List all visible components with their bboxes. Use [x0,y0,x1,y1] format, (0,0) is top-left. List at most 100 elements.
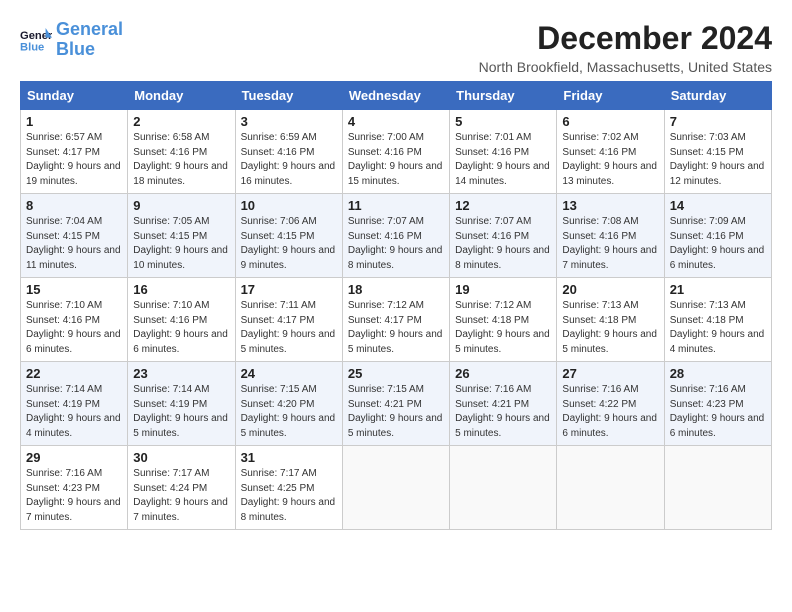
day-number: 4 [348,114,444,129]
logo-text-general: General [56,19,123,39]
day-detail: Sunrise: 7:08 AMSunset: 4:16 PMDaylight:… [562,215,658,273]
day-detail: Sunrise: 7:06 AMSunset: 4:15 PMDaylight:… [241,215,337,273]
calendar-cell: 7Sunrise: 7:03 AMSunset: 4:15 PMDaylight… [664,110,771,194]
calendar-cell: 1 Sunrise: 6:57 AMSunset: 4:17 PMDaylight… [21,110,128,194]
day-number: 10 [241,198,337,213]
day-detail: Sunrise: 7:01 AMSunset: 4:16 PMDaylight:… [455,131,551,189]
day-number: 3 [241,114,337,129]
calendar-cell: 5 Sunrise: 7:01 AMSunset: 4:16 PMDaylight… [450,110,557,194]
day-detail: Sunrise: 6:58 AMSunset: 4:16 PMDaylight:… [133,131,229,189]
week-row-2: 8 Sunrise: 7:04 AMSunset: 4:15 PMDaylight… [21,194,772,278]
day-detail: Sunrise: 7:16 AMSunset: 4:23 PMDaylight:… [26,467,122,525]
day-number: 27 [562,366,658,381]
day-detail: Sunrise: 7:07 AMSunset: 4:16 PMDaylight:… [348,215,444,273]
day-number: 9 [133,198,229,213]
day-detail: Sunrise: 7:17 AMSunset: 4:25 PMDaylight:… [241,467,337,525]
calendar-cell [557,446,664,530]
week-row-5: 29 Sunrise: 7:16 AMSunset: 4:23 PMDayligh… [21,446,772,530]
calendar-cell: 2 Sunrise: 6:58 AMSunset: 4:16 PMDaylight… [128,110,235,194]
day-number: 5 [455,114,551,129]
day-number: 12 [455,198,551,213]
weekday-header-row: SundayMondayTuesdayWednesdayThursdayFrid… [21,82,772,110]
svg-text:Blue: Blue [20,41,44,53]
calendar-cell: 24 Sunrise: 7:15 AMSunset: 4:20 PMDayligh… [235,362,342,446]
day-detail: Sunrise: 7:14 AMSunset: 4:19 PMDaylight:… [133,383,229,441]
calendar-cell: 25 Sunrise: 7:15 AMSunset: 4:21 PMDayligh… [342,362,449,446]
calendar-cell: 10 Sunrise: 7:06 AMSunset: 4:15 PMDayligh… [235,194,342,278]
calendar-cell: 4 Sunrise: 7:00 AMSunset: 4:16 PMDaylight… [342,110,449,194]
calendar-cell: 20 Sunrise: 7:13 AMSunset: 4:18 PMDayligh… [557,278,664,362]
day-detail: Sunrise: 7:04 AMSunset: 4:15 PMDaylight:… [26,215,122,273]
calendar-cell [664,446,771,530]
week-row-1: 1 Sunrise: 6:57 AMSunset: 4:17 PMDaylight… [21,110,772,194]
day-detail: Sunrise: 6:57 AMSunset: 4:17 PMDaylight:… [26,131,122,189]
day-number: 30 [133,450,229,465]
day-number: 7 [670,114,766,129]
calendar-table: SundayMondayTuesdayWednesdayThursdayFrid… [20,81,772,530]
calendar-cell: 22Sunrise: 7:14 AMSunset: 4:19 PMDayligh… [21,362,128,446]
calendar-cell: 29 Sunrise: 7:16 AMSunset: 4:23 PMDayligh… [21,446,128,530]
day-number: 18 [348,282,444,297]
logo-icon: General Blue [20,26,52,54]
calendar-cell: 26Sunrise: 7:16 AMSunset: 4:21 PMDayligh… [450,362,557,446]
day-detail: Sunrise: 7:09 AMSunset: 4:16 PMDaylight:… [670,215,766,273]
calendar-cell: 21Sunrise: 7:13 AMSunset: 4:18 PMDayligh… [664,278,771,362]
weekday-tuesday: Tuesday [235,82,342,110]
day-detail: Sunrise: 7:15 AMSunset: 4:21 PMDaylight:… [348,383,444,441]
day-detail: Sunrise: 7:13 AMSunset: 4:18 PMDaylight:… [562,299,658,357]
day-number: 14 [670,198,766,213]
week-row-4: 22Sunrise: 7:14 AMSunset: 4:19 PMDayligh… [21,362,772,446]
weekday-monday: Monday [128,82,235,110]
calendar-cell: 8 Sunrise: 7:04 AMSunset: 4:15 PMDaylight… [21,194,128,278]
day-detail: Sunrise: 7:10 AMSunset: 4:16 PMDaylight:… [26,299,122,357]
day-detail: Sunrise: 7:15 AMSunset: 4:20 PMDaylight:… [241,383,337,441]
calendar-cell: 23 Sunrise: 7:14 AMSunset: 4:19 PMDayligh… [128,362,235,446]
calendar-cell: 31Sunrise: 7:17 AMSunset: 4:25 PMDayligh… [235,446,342,530]
day-number: 6 [562,114,658,129]
calendar-body: 1 Sunrise: 6:57 AMSunset: 4:17 PMDaylight… [21,110,772,530]
day-number: 15 [26,282,122,297]
calendar-cell: 28 Sunrise: 7:16 AMSunset: 4:23 PMDayligh… [664,362,771,446]
calendar-cell [450,446,557,530]
weekday-saturday: Saturday [664,82,771,110]
calendar-cell: 27 Sunrise: 7:16 AMSunset: 4:22 PMDayligh… [557,362,664,446]
header: General Blue General Blue December 2024 … [20,20,772,75]
day-number: 29 [26,450,122,465]
calendar-cell: 12Sunrise: 7:07 AMSunset: 4:16 PMDayligh… [450,194,557,278]
day-detail: Sunrise: 7:12 AMSunset: 4:18 PMDaylight:… [455,299,551,357]
day-number: 16 [133,282,229,297]
day-number: 21 [670,282,766,297]
week-row-3: 15 Sunrise: 7:10 AMSunset: 4:16 PMDayligh… [21,278,772,362]
day-number: 25 [348,366,444,381]
day-number: 8 [26,198,122,213]
calendar-cell: 18 Sunrise: 7:12 AMSunset: 4:17 PMDayligh… [342,278,449,362]
day-number: 23 [133,366,229,381]
logo-text-blue: Blue [56,39,95,59]
calendar-cell: 17Sunrise: 7:11 AMSunset: 4:17 PMDayligh… [235,278,342,362]
calendar-cell [342,446,449,530]
day-number: 28 [670,366,766,381]
calendar-cell: 15 Sunrise: 7:10 AMSunset: 4:16 PMDayligh… [21,278,128,362]
day-detail: Sunrise: 7:05 AMSunset: 4:15 PMDaylight:… [133,215,229,273]
day-number: 24 [241,366,337,381]
month-title: December 2024 [479,20,772,57]
day-number: 2 [133,114,229,129]
day-detail: Sunrise: 7:17 AMSunset: 4:24 PMDaylight:… [133,467,229,525]
day-detail: Sunrise: 7:10 AMSunset: 4:16 PMDaylight:… [133,299,229,357]
day-detail: Sunrise: 7:14 AMSunset: 4:19 PMDaylight:… [26,383,122,441]
calendar-cell: 11Sunrise: 7:07 AMSunset: 4:16 PMDayligh… [342,194,449,278]
calendar-cell: 6Sunrise: 7:02 AMSunset: 4:16 PMDaylight… [557,110,664,194]
weekday-thursday: Thursday [450,82,557,110]
calendar-cell: 14 Sunrise: 7:09 AMSunset: 4:16 PMDayligh… [664,194,771,278]
day-detail: Sunrise: 7:16 AMSunset: 4:22 PMDaylight:… [562,383,658,441]
weekday-friday: Friday [557,82,664,110]
day-number: 1 [26,114,122,129]
weekday-wednesday: Wednesday [342,82,449,110]
day-number: 20 [562,282,658,297]
day-number: 17 [241,282,337,297]
day-number: 19 [455,282,551,297]
day-detail: Sunrise: 7:12 AMSunset: 4:17 PMDaylight:… [348,299,444,357]
day-detail: Sunrise: 7:16 AMSunset: 4:23 PMDaylight:… [670,383,766,441]
calendar-cell: 13Sunrise: 7:08 AMSunset: 4:16 PMDayligh… [557,194,664,278]
day-detail: Sunrise: 7:00 AMSunset: 4:16 PMDaylight:… [348,131,444,189]
